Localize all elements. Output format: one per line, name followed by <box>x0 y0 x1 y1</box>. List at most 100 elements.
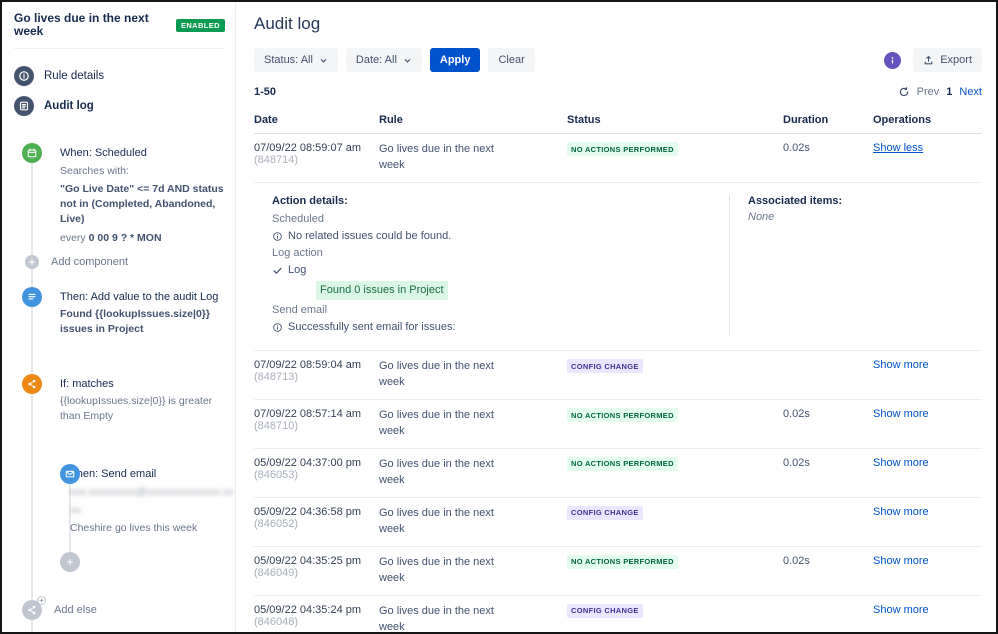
status-badge: CONFIG CHANGE <box>567 505 643 520</box>
row-status: CONFIG CHANGE <box>567 603 783 618</box>
table-row: 07/09/22 08:57:14 am (848710) Go lives du… <box>254 400 982 449</box>
date-filter-label: Date: All <box>355 54 397 66</box>
show-toggle-link[interactable]: Show more <box>873 604 929 616</box>
row-rule: Go lives due in the next week <box>379 604 494 632</box>
timestamp: 07/09/22 08:59:04 am <box>254 359 362 372</box>
detail-text: Scheduled <box>272 212 324 225</box>
associated-items-heading: Associated items: <box>748 194 843 207</box>
date-filter-dropdown[interactable]: Date: All <box>345 48 422 72</box>
timestamp: 05/09/22 04:35:24 pm <box>254 603 362 616</box>
prev-button[interactable]: Prev <box>917 86 940 98</box>
timestamp: 05/09/22 04:37:00 pm <box>254 456 362 469</box>
show-toggle-link[interactable]: Show more <box>873 555 929 567</box>
associated-items-value: None <box>748 210 775 223</box>
refresh-icon[interactable] <box>898 86 910 98</box>
status-badge: NO ACTIONS PERFORMED <box>567 142 678 156</box>
description-text: "Go Live Date" <= 7d AND status not in (… <box>60 182 224 226</box>
results-meta: 1-50 Prev 1 Next <box>254 86 982 98</box>
column-header-status: Status <box>567 114 601 126</box>
row-operations: Show more <box>873 457 982 469</box>
plus-icon[interactable] <box>60 552 80 573</box>
add-component-button[interactable]: Add component <box>14 254 225 269</box>
column-header-rule: Rule <box>379 114 403 126</box>
component-description: {{lookupIssues.size|0}} is greater than … <box>60 394 225 424</box>
status-filter-dropdown[interactable]: Status: All <box>254 48 338 72</box>
apply-button[interactable]: Apply <box>429 48 481 72</box>
plus-badge-icon <box>37 596 46 606</box>
show-toggle-link[interactable]: Show more <box>873 457 929 469</box>
component-description: Found {{lookupIssues.size|0}} issues in … <box>60 307 225 337</box>
description-text: Cheshire go lives this week <box>70 521 198 534</box>
row-date: 05/09/22 04:36:58 pm (846052) <box>254 506 379 530</box>
description-text: {{lookupIssues.size|0}} is greater than … <box>60 394 213 423</box>
row-status: NO ACTIONS PERFORMED <box>567 554 783 569</box>
component-description: xxx.xxxxxxxxx@xxxxxxxxxxxxxx.xx <box>70 485 234 500</box>
export-button[interactable]: Export <box>913 48 982 72</box>
component-title: When: Scheduled <box>60 147 147 160</box>
next-button[interactable]: Next <box>959 86 982 98</box>
row-rule: Go lives due in the next week <box>379 360 494 389</box>
detail-line: Send email <box>272 302 729 319</box>
sidebar-item-rule-details[interactable]: Rule details <box>14 61 225 91</box>
audit-log-table: Date Rule Status Duration Operations 07/… <box>254 110 982 632</box>
info-icon[interactable] <box>884 51 902 69</box>
component-title: If: matches <box>60 377 114 390</box>
show-toggle-link[interactable]: Show more <box>873 359 929 371</box>
rule-chain: When: Scheduled Searches with: "Go Live Da… <box>14 143 234 632</box>
column-header-duration: Duration <box>783 114 829 126</box>
status-badge: NO ACTIONS PERFORMED <box>567 456 678 471</box>
plus-icon <box>25 254 39 269</box>
show-toggle-link[interactable]: Show more <box>873 408 929 420</box>
row-status: NO ACTIONS PERFORMED <box>567 142 783 156</box>
detail-text: Log action <box>272 246 323 259</box>
detail-line: Log <box>272 262 729 279</box>
column-header-date: Date <box>254 114 278 126</box>
description-text: 0 00 9 ? * MON <box>88 231 162 244</box>
sidebar-item-label: Audit log <box>44 100 94 113</box>
add-action-row <box>14 552 225 573</box>
execution-id: (848713) <box>254 371 299 384</box>
rule-component-if-matches[interactable]: If: matches {{lookupIssues.size|0}} is gr… <box>14 373 225 425</box>
component-description: Searches with: <box>60 164 225 179</box>
add-else-button[interactable]: Add else <box>14 596 225 621</box>
row-status: NO ACTIONS PERFORMED <box>567 456 783 471</box>
log-lines-icon <box>22 286 42 307</box>
show-toggle-link[interactable]: Show more <box>873 506 929 518</box>
rule-component-then-send-email[interactable]: Then: Send email xxx.xxxxxxxxx@xxxxxxxxxx… <box>14 464 234 536</box>
row-status: CONFIG CHANGE <box>567 359 783 374</box>
detail-line: Found 0 issues in Project <box>272 279 729 302</box>
row-operations: Show less <box>873 142 982 154</box>
rule-component-then-add-value-to-the-audit-log[interactable]: Then: Add value to the audit Log Found {{… <box>14 286 225 338</box>
sidebar-item-audit-log[interactable]: Audit log <box>14 91 225 121</box>
detail-text: Successfully sent email for issues: <box>288 321 456 334</box>
nested-branch: Then: Send email xxx.xxxxxxxxx@xxxxxxxxxx… <box>14 464 234 573</box>
row-operations: Show more <box>873 408 982 420</box>
component-title: Then: Add value to the audit Log <box>60 290 219 303</box>
execution-id: (846049) <box>254 566 299 579</box>
detail-text: Send email <box>272 304 328 317</box>
clear-button[interactable]: Clear <box>488 48 535 72</box>
row-operations: Show more <box>873 604 982 616</box>
row-duration: 0.02s <box>783 456 810 469</box>
execution-id: (848710) <box>254 420 299 433</box>
action-details-section: Action details: Scheduled No related issue… <box>254 194 730 337</box>
row-date: 07/09/22 08:59:07 am (848714) <box>254 142 379 166</box>
timestamp: 07/09/22 08:59:07 am <box>254 142 362 154</box>
audit-table-body: 07/09/22 08:59:07 am (848714) Go lives du… <box>254 134 982 632</box>
rule-nav: Rule details Audit log <box>14 61 225 121</box>
add-button-label: Add component <box>51 255 129 268</box>
description-text: Searches with: <box>60 164 129 177</box>
rule-component-when-scheduled[interactable]: When: Scheduled Searches with: "Go Live Da… <box>14 143 225 245</box>
execution-id: (846053) <box>254 468 299 481</box>
timestamp: 07/09/22 08:57:14 am <box>254 408 362 421</box>
export-label: Export <box>940 54 972 66</box>
table-header: Date Rule Status Duration Operations <box>254 110 982 134</box>
row-operations: Show more <box>873 506 982 518</box>
show-toggle-link[interactable]: Show less <box>873 142 923 154</box>
table-row: 05/09/22 04:35:25 pm (846049) Go lives du… <box>254 547 982 596</box>
execution-id: (846048) <box>254 615 299 628</box>
filter-bar: Status: All Date: All Apply Clear Export <box>254 48 982 72</box>
sidebar-item-label: Rule details <box>44 70 105 83</box>
chevron-down-icon <box>320 58 327 63</box>
detail-text: Log <box>288 264 307 277</box>
